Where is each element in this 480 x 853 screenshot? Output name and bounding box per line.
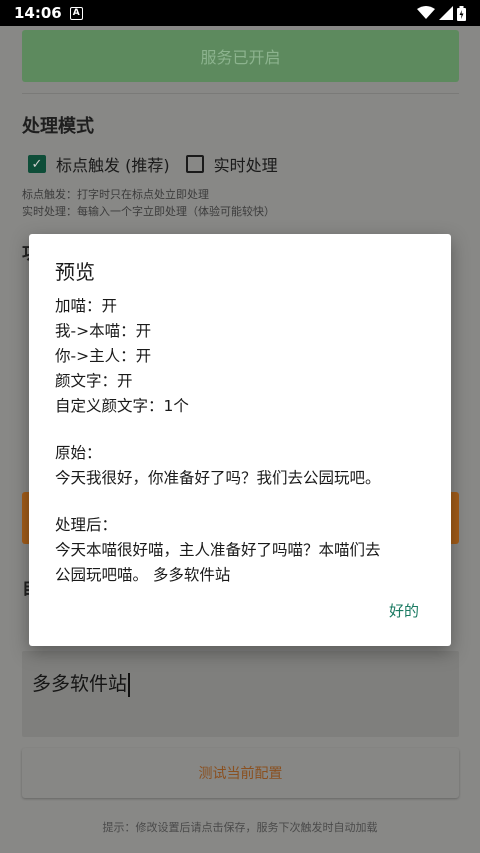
- realtime-label: 实时处理: [213, 156, 278, 175]
- dialog-title: 预览: [55, 260, 95, 284]
- processed-label: 处理后：: [55, 516, 118, 534]
- status-icons: [417, 5, 466, 21]
- signal-icon: [439, 6, 453, 20]
- processed-text-line-1: 今天本喵很好喵，主人准备好了吗喵？本喵们去: [55, 541, 381, 559]
- ok-button[interactable]: 好的: [389, 600, 419, 621]
- punct-trigger-description: 标点触发：打字时只在标点处立即处理: [22, 188, 209, 201]
- text-caret: [128, 672, 130, 697]
- realtime-checkbox[interactable]: [185, 155, 204, 173]
- realtime-description: 实时处理：每输入一个字立即处理（体验可能较快）: [22, 205, 275, 218]
- battery-icon: [457, 5, 466, 21]
- test-input-value: 多多软件站: [32, 673, 128, 695]
- punct-trigger-checkbox[interactable]: ✓: [28, 155, 46, 173]
- notification-a-icon: A: [69, 6, 83, 20]
- mode-section-title: 处理模式: [22, 116, 94, 137]
- setting-custom-kaomoji: 自定义颜文字：1个: [55, 397, 189, 415]
- setting-add-meow: 加喵：开: [55, 297, 118, 315]
- processed-text-line-2: 公园玩吧喵。 多多软件站: [55, 566, 231, 584]
- setting-kaomoji: 颜文字：开: [55, 372, 133, 390]
- test-config-button[interactable]: 测试当前配置: [22, 748, 459, 798]
- setting-wo-to-benmiao: 我->本喵：开: [55, 322, 152, 340]
- divider: [22, 93, 459, 94]
- original-label: 原始：: [55, 444, 102, 462]
- footer-hint: 提示：修改设置后请点击保存，服务下次触发时自动加载: [102, 821, 378, 834]
- test-input-field[interactable]: 多多软件站: [22, 651, 459, 737]
- preview-dialog: 预览 加喵：开 我->本喵：开 你->主人：开 颜文字：开 自定义颜文字：1个 …: [29, 234, 451, 646]
- service-status-button[interactable]: 服务已开启: [22, 30, 459, 82]
- wifi-icon: [417, 6, 435, 19]
- original-text: 今天我很好，你准备好了吗？我们去公园玩吧。: [55, 469, 381, 487]
- setting-ni-to-zhuren: 你->主人：开: [55, 347, 152, 365]
- dialog-body: 加喵：开 我->本喵：开 你->主人：开 颜文字：开 自定义颜文字：1个 原始：…: [55, 294, 435, 588]
- punct-trigger-label: 标点触发 (推荐): [56, 156, 170, 175]
- status-time: 14:06: [14, 4, 62, 22]
- mode-options: ✓ 标点触发 (推荐) 实时处理: [28, 152, 294, 176]
- status-bar: 14:06 A: [0, 0, 480, 26]
